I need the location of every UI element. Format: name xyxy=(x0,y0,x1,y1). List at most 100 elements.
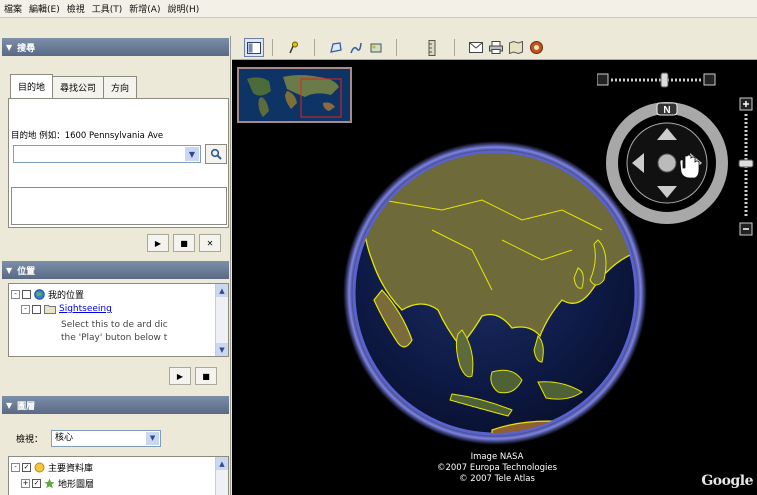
search-icon xyxy=(210,148,222,160)
places-section-title: 位置 xyxy=(17,266,36,277)
search-controls: ▶ ■ ✕ xyxy=(143,234,221,252)
toolbar-separator xyxy=(314,39,315,56)
google-logo: Google xyxy=(701,473,753,489)
places-scrollbar[interactable]: ▲ ▼ xyxy=(215,284,228,356)
places-controls: ▶ ■ xyxy=(165,367,217,385)
chevron-up-icon[interactable]: ▲ xyxy=(216,457,228,470)
add-polygon-button[interactable] xyxy=(326,38,346,57)
tree-item-description: the 'Play' buton below t xyxy=(61,333,168,343)
layers-view-select[interactable]: 核心 ▼ xyxy=(51,430,162,447)
fly-to-label: 目的地 例如：1600 Pennsylvania Ave xyxy=(11,131,164,141)
tree-item-description: Select this to de ard dic xyxy=(61,320,168,330)
tree-item-label: 主要資料庫 xyxy=(48,464,94,474)
tab-fly-to[interactable]: 目的地 xyxy=(10,74,54,98)
tree-item-my-places[interactable]: - 我的位置 xyxy=(11,288,84,301)
collapse-triangle-icon: ▼ xyxy=(6,400,13,410)
fly-to-input[interactable]: ▼ xyxy=(13,145,201,163)
tree-item-terrain[interactable]: + ✓ 地形圖層 xyxy=(21,477,94,490)
star-icon xyxy=(44,478,55,489)
chevron-down-icon[interactable]: ▼ xyxy=(185,147,199,161)
print-icon xyxy=(489,41,503,54)
toolbar-separator xyxy=(272,39,273,56)
layers-tree[interactable]: - ✓ 主要資料庫 + ✓ 地形圖層 ▲ xyxy=(8,456,229,495)
tree-item-primary-database[interactable]: - ✓ 主要資料庫 xyxy=(11,461,93,474)
path-icon xyxy=(350,42,362,53)
collapse-triangle-icon: ▼ xyxy=(6,42,13,52)
checkbox[interactable] xyxy=(32,304,41,314)
checkbox[interactable]: ✓ xyxy=(32,479,41,488)
earth-3d-view[interactable]: N Image NASA ©2007 Europa Technologies ©… xyxy=(232,60,757,495)
collapse-icon[interactable]: - xyxy=(11,290,20,299)
expand-icon[interactable]: + xyxy=(21,479,30,488)
sidebar-toggle-button[interactable] xyxy=(244,38,264,57)
attribution-line: Image NASA xyxy=(470,452,524,462)
layers-scrollbar[interactable]: ▲ xyxy=(215,457,228,495)
overview-world-map xyxy=(239,69,350,121)
folder-icon xyxy=(44,305,56,314)
checkbox[interactable]: ✓ xyxy=(22,463,31,472)
compass-north-label[interactable]: N xyxy=(663,105,670,116)
stop-button[interactable]: ■ xyxy=(195,367,217,385)
add-path-button[interactable] xyxy=(346,38,366,57)
left-panel: ▼ 搜尋 目的地 尋找公司 方向 目的地 例如：1600 Pennsylvani… xyxy=(0,36,231,495)
attribution-line: ©2007 Europa Technologies xyxy=(436,463,557,473)
overlay-icon xyxy=(370,43,382,52)
tilt-up-icon[interactable] xyxy=(703,73,716,86)
search-results-list[interactable] xyxy=(11,187,227,225)
collapse-icon[interactable]: - xyxy=(21,304,30,314)
chevron-down-icon[interactable]: ▼ xyxy=(146,432,160,445)
search-button[interactable] xyxy=(205,144,227,164)
clear-button[interactable]: ✕ xyxy=(199,234,221,252)
search-tabs: 目的地 尋找公司 方向 xyxy=(10,74,138,98)
view-in-maps-button[interactable] xyxy=(506,38,526,57)
sidebar-icon xyxy=(247,41,261,54)
layers-view-value: 核心 xyxy=(55,433,74,443)
menu-help[interactable]: 說明(H) xyxy=(167,2,199,15)
tree-item-sightseeing[interactable]: - Sightseeing xyxy=(21,304,112,314)
menu-tools[interactable]: 工具(T) xyxy=(92,2,123,15)
search-section-header[interactable]: ▼ 搜尋 xyxy=(2,38,229,56)
layers-section-title: 圖層 xyxy=(17,401,36,412)
earth-gallery-button[interactable] xyxy=(526,38,546,57)
places-section-header[interactable]: ▼ 位置 xyxy=(2,261,229,279)
layers-section-header[interactable]: ▼ 圖層 xyxy=(2,396,229,414)
overview-map[interactable] xyxy=(237,67,352,123)
tab-find-business[interactable]: 尋找公司 xyxy=(52,76,105,98)
chevron-down-icon[interactable]: ▼ xyxy=(216,343,228,356)
collapse-icon[interactable]: - xyxy=(11,463,20,472)
google-earth-window: 檔案 編輯(E) 檢視 工具(T) 新增(A) 說明(H) ▼ 搜尋 目的地 尋… xyxy=(0,0,757,495)
stop-button[interactable]: ■ xyxy=(173,234,195,252)
zoom-slider-handle[interactable] xyxy=(738,159,754,168)
tree-item-label[interactable]: Sightseeing xyxy=(59,304,112,314)
menu-file[interactable]: 檔案 xyxy=(4,2,22,15)
menu-view[interactable]: 檢視 xyxy=(67,2,85,15)
stop-icon: ■ xyxy=(202,371,210,381)
menu-edit[interactable]: 編輯(E) xyxy=(29,2,60,15)
checkbox[interactable] xyxy=(22,290,31,299)
look-around-icon[interactable] xyxy=(597,73,609,86)
add-placemark-button[interactable] xyxy=(284,38,304,57)
menu-bar: 檔案 編輯(E) 檢視 工具(T) 新增(A) 說明(H) xyxy=(0,0,757,18)
ruler-button[interactable] xyxy=(422,38,442,57)
pan-center-icon[interactable] xyxy=(657,153,677,173)
places-tree[interactable]: - 我的位置 - Sightseeing Select this to de a… xyxy=(8,283,229,357)
main-toolbar xyxy=(232,36,757,60)
tab-directions[interactable]: 方向 xyxy=(103,76,138,98)
chevron-up-icon[interactable]: ▲ xyxy=(216,284,228,297)
layers-view-row: 檢視： 核心 ▼ xyxy=(16,430,162,447)
placemark-icon xyxy=(289,41,298,53)
tilt-slider-handle[interactable] xyxy=(660,72,669,88)
play-icon: ▶ xyxy=(154,238,162,248)
map-icon xyxy=(509,41,523,54)
tree-item-label: 地形圖層 xyxy=(58,480,95,490)
add-image-overlay-button[interactable] xyxy=(366,38,386,57)
play-button[interactable]: ▶ xyxy=(169,367,191,385)
polygon-icon xyxy=(330,41,342,53)
menu-add[interactable]: 新增(A) xyxy=(129,2,160,15)
toolbar-separator xyxy=(396,39,397,56)
database-icon xyxy=(34,462,45,473)
print-button[interactable] xyxy=(486,38,506,57)
email-button[interactable] xyxy=(466,38,486,57)
navigation-controls[interactable]: N xyxy=(597,68,757,243)
play-button[interactable]: ▶ xyxy=(147,234,169,252)
